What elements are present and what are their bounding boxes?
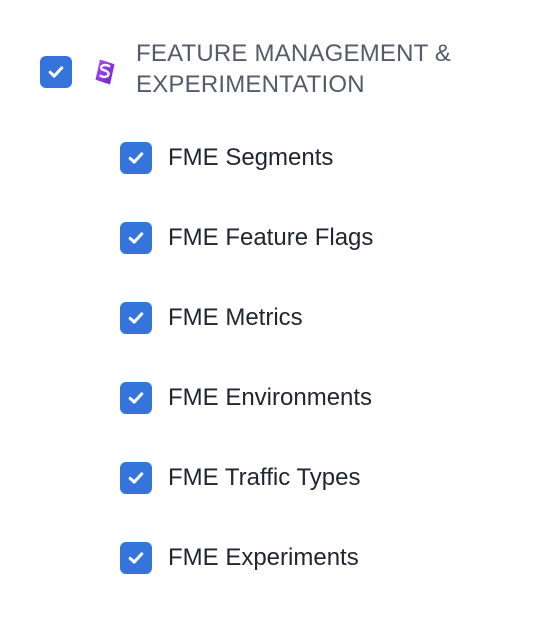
child-permission-row: FME Metrics bbox=[120, 302, 373, 382]
child-permission-list: FME Segments FME Feature Flags FME Metri… bbox=[120, 142, 373, 622]
child-permission-row: FME Segments bbox=[120, 142, 373, 222]
fme-traffic-types-checkbox[interactable] bbox=[120, 462, 152, 494]
child-permission-row: FME Environments bbox=[120, 382, 373, 462]
checkmark-icon bbox=[128, 152, 144, 164]
fme-feature-flags-checkbox[interactable] bbox=[120, 222, 152, 254]
checkmark-icon bbox=[128, 232, 144, 244]
fme-segments-label: FME Segments bbox=[168, 144, 334, 171]
split-s-icon bbox=[90, 57, 120, 87]
permission-group: FEATURE MANAGEMENT & EXPERIMENTATION FME… bbox=[0, 0, 540, 620]
fme-experiments-label: FME Experiments bbox=[168, 544, 359, 571]
checkmark-icon bbox=[128, 552, 144, 564]
fme-metrics-label: FME Metrics bbox=[168, 304, 303, 331]
fme-feature-flags-label: FME Feature Flags bbox=[168, 224, 374, 251]
child-permission-row: FME Feature Flags bbox=[120, 222, 373, 302]
parent-permission-row: FEATURE MANAGEMENT & EXPERIMENTATION bbox=[40, 38, 466, 100]
checkmark-icon bbox=[128, 392, 144, 404]
parent-permission-title: FEATURE MANAGEMENT & EXPERIMENTATION bbox=[136, 40, 452, 98]
fme-environments-label: FME Environments bbox=[168, 384, 373, 411]
fme-experiments-checkbox[interactable] bbox=[120, 542, 152, 574]
fme-environments-checkbox[interactable] bbox=[120, 382, 152, 414]
checkmark-icon bbox=[128, 312, 144, 324]
checkmark-icon bbox=[48, 66, 64, 78]
fme-traffic-types-label: FME Traffic Types bbox=[168, 464, 361, 491]
fme-metrics-checkbox[interactable] bbox=[120, 302, 152, 334]
fme-segments-checkbox[interactable] bbox=[120, 142, 152, 174]
child-permission-row: FME Experiments bbox=[120, 542, 373, 622]
child-permission-row: FME Traffic Types bbox=[120, 462, 373, 542]
checkmark-icon bbox=[128, 472, 144, 484]
parent-checkbox[interactable] bbox=[40, 56, 72, 88]
